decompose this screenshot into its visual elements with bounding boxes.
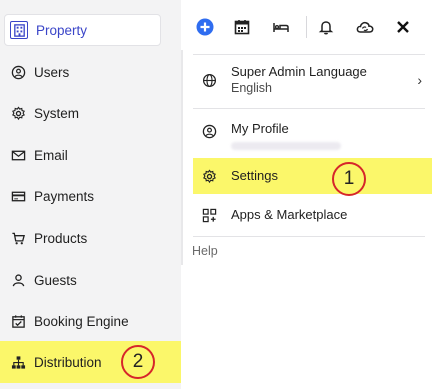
person-icon <box>10 272 26 288</box>
language-selector[interactable]: Super Admin Language English › <box>193 60 432 100</box>
top-toolbar <box>181 0 432 54</box>
sidebar-item-label: Guests <box>34 272 77 288</box>
sidebar-item-users[interactable]: Users <box>0 51 181 93</box>
my-profile-item[interactable]: My Profile <box>193 116 432 156</box>
calendar-check-icon <box>10 313 26 329</box>
chevron-right-icon: › <box>417 72 422 88</box>
add-button[interactable] <box>193 15 217 39</box>
settings-label: Settings <box>231 168 278 183</box>
sidebar: Property Users System Email Payments Pro… <box>0 0 181 389</box>
sidebar-item-label: Email <box>34 147 68 163</box>
sidebar-item-system[interactable]: System <box>0 92 181 134</box>
apps-marketplace-item[interactable]: Apps & Marketplace <box>193 198 432 232</box>
help-section-label: Help <box>192 244 218 258</box>
sidebar-item-booking-engine[interactable]: Booking Engine <box>0 300 181 342</box>
globe-icon <box>193 73 223 88</box>
settings-item[interactable]: Settings <box>193 158 432 194</box>
sidebar-item-label: Distribution <box>34 354 102 370</box>
my-profile-label: My Profile <box>231 121 289 136</box>
sidebar-item-label: Payments <box>34 188 95 204</box>
sidebar-item-guests[interactable]: Guests <box>0 259 181 301</box>
sidebar-item-products[interactable]: Products <box>0 217 181 259</box>
property-icon <box>10 21 28 39</box>
sidebar-item-email[interactable]: Email <box>0 134 181 176</box>
user-circle-icon <box>10 64 26 80</box>
close-icon <box>394 18 412 36</box>
user-dropdown-panel: Super Admin Language English › My Profil… <box>181 0 432 389</box>
sidebar-item-property[interactable]: Property <box>4 14 161 46</box>
dropdown-divider <box>193 54 425 55</box>
sidebar-item-label: System <box>34 105 80 121</box>
apps-marketplace-label: Apps & Marketplace <box>231 207 348 222</box>
user-circle-icon <box>193 121 223 139</box>
gear-icon <box>193 168 223 184</box>
gear-icon <box>10 105 26 121</box>
toolbar-divider <box>306 16 307 38</box>
sidebar-item-label: Users <box>34 64 70 80</box>
sidebar-item-label: Property <box>36 22 88 38</box>
blurred-email <box>231 142 341 150</box>
calendar-button[interactable] <box>230 15 254 39</box>
credit-card-icon <box>10 188 26 204</box>
envelope-icon <box>10 147 26 163</box>
language-value: English <box>231 81 272 95</box>
bed-button[interactable] <box>269 15 293 39</box>
dropdown-divider <box>193 108 425 109</box>
sidebar-item-payments[interactable]: Payments <box>0 175 181 217</box>
bell-icon <box>317 18 335 36</box>
annotation-badge-1: 1 <box>332 162 366 196</box>
dropdown-divider <box>193 236 425 237</box>
annotation-badge-2: 2 <box>121 345 155 379</box>
language-title: Super Admin Language <box>231 64 367 79</box>
add-icon <box>196 18 214 36</box>
cloud-icon <box>356 18 374 36</box>
notifications-button[interactable] <box>314 15 338 39</box>
panel-divider <box>181 50 183 265</box>
calendar-icon <box>233 18 251 36</box>
bed-icon <box>272 18 290 36</box>
sitemap-icon <box>10 354 26 370</box>
sidebar-item-label: Products <box>34 230 88 246</box>
close-button[interactable] <box>391 15 415 39</box>
sidebar-item-label: Booking Engine <box>34 313 129 329</box>
cart-icon <box>10 230 26 246</box>
apps-grid-icon <box>193 208 223 223</box>
cloud-sync-button[interactable] <box>353 15 377 39</box>
